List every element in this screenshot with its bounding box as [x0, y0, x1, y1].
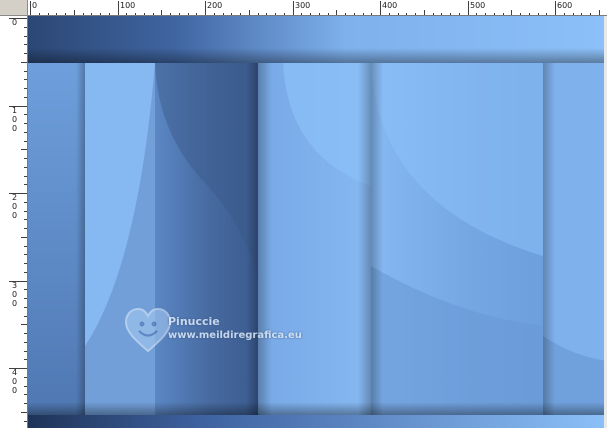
ruler-tick: [24, 351, 27, 352]
ruler-label: 1: [12, 106, 18, 115]
ruler-tick: [21, 62, 27, 63]
ruler-tick: [24, 79, 27, 80]
ruler-label: 0: [12, 202, 18, 211]
ruler-tick: [24, 219, 27, 220]
ruler-label: 0: [12, 18, 18, 27]
ruler-tick: [24, 97, 27, 98]
ruler-tick: [24, 246, 27, 247]
ruler-tick: [24, 377, 27, 378]
ruler-tick: [293, 1, 294, 15]
ruler-tick: [24, 176, 27, 177]
horizontal-ruler[interactable]: 0 100 200 300 400 500 600: [28, 0, 607, 16]
ruler-tick: [30, 1, 31, 15]
ruler-label: 0: [12, 211, 18, 220]
ruler-label: 4: [12, 368, 18, 377]
ruler-tick: [24, 272, 27, 273]
ruler-tick: [24, 342, 27, 343]
ruler-tick: [24, 202, 27, 203]
ruler-label: 100: [120, 1, 136, 10]
ruler-tick: [24, 36, 27, 37]
ruler-tick: [380, 1, 381, 15]
ruler-tick: [24, 289, 27, 290]
ruler-tick: [24, 71, 27, 72]
ruler-tick: [24, 123, 27, 124]
ruler-label: 300: [295, 1, 311, 10]
ruler-tick: [24, 421, 27, 422]
ruler-label: 400: [382, 1, 398, 10]
ruler-tick: [555, 1, 556, 15]
ruler-label: 0: [12, 124, 18, 133]
watermark-name: Pinuccie: [168, 315, 220, 328]
ruler-label: 2: [12, 193, 18, 202]
ruler-tick: [24, 158, 27, 159]
ruler-tick: [24, 298, 27, 299]
ruler-label: 3: [12, 281, 18, 290]
ruler-tick: [24, 44, 27, 45]
ruler-tick: [21, 324, 27, 325]
ruler-label: 200: [207, 1, 223, 10]
ruler-tick: [24, 184, 27, 185]
ruler-tick: [24, 88, 27, 89]
ruler-tick: [24, 403, 27, 404]
ruler-tick: [21, 412, 27, 413]
ruler-tick: [24, 254, 27, 255]
ruler-tick: [24, 141, 27, 142]
ruler-label: 0: [12, 115, 18, 124]
ruler-label: 600: [557, 1, 573, 10]
ruler-label: 0: [12, 386, 18, 395]
ruler-tick: [468, 1, 469, 15]
ruler-label: 0: [12, 290, 18, 299]
ruler-tick: [24, 211, 27, 212]
ruler-tick: [24, 53, 27, 54]
image-canvas[interactable]: Pinuccie www.meildiregrafica.eu: [28, 16, 607, 428]
ruler-tick: [21, 149, 27, 150]
ruler-tick: [24, 228, 27, 229]
ruler-tick: [24, 333, 27, 334]
ruler-tick: [24, 359, 27, 360]
ruler-tick: [24, 394, 27, 395]
vertical-ruler[interactable]: 0100200300400: [0, 16, 28, 428]
ruler-label: 0: [12, 377, 18, 386]
ruler-tick: [24, 114, 27, 115]
ruler-corner: [0, 0, 28, 16]
ruler-tick: [24, 132, 27, 133]
bottom-band: [28, 415, 607, 428]
ruler-tick: [24, 27, 27, 28]
ruler-tick: [24, 167, 27, 168]
ruler-tick: [24, 386, 27, 387]
ruler-label: 0: [12, 299, 18, 308]
ruler-tick: [205, 1, 206, 15]
watermark-url: www.meildiregrafica.eu: [168, 330, 302, 341]
ruler-tick: [24, 316, 27, 317]
canvas-artwork: [28, 16, 607, 428]
ruler-tick: [24, 307, 27, 308]
ruler-tick: [21, 237, 27, 238]
ruler-label: 0: [32, 1, 38, 10]
ruler-label: 500: [470, 1, 486, 10]
ruler-tick: [24, 263, 27, 264]
ruler-tick: [118, 1, 119, 15]
